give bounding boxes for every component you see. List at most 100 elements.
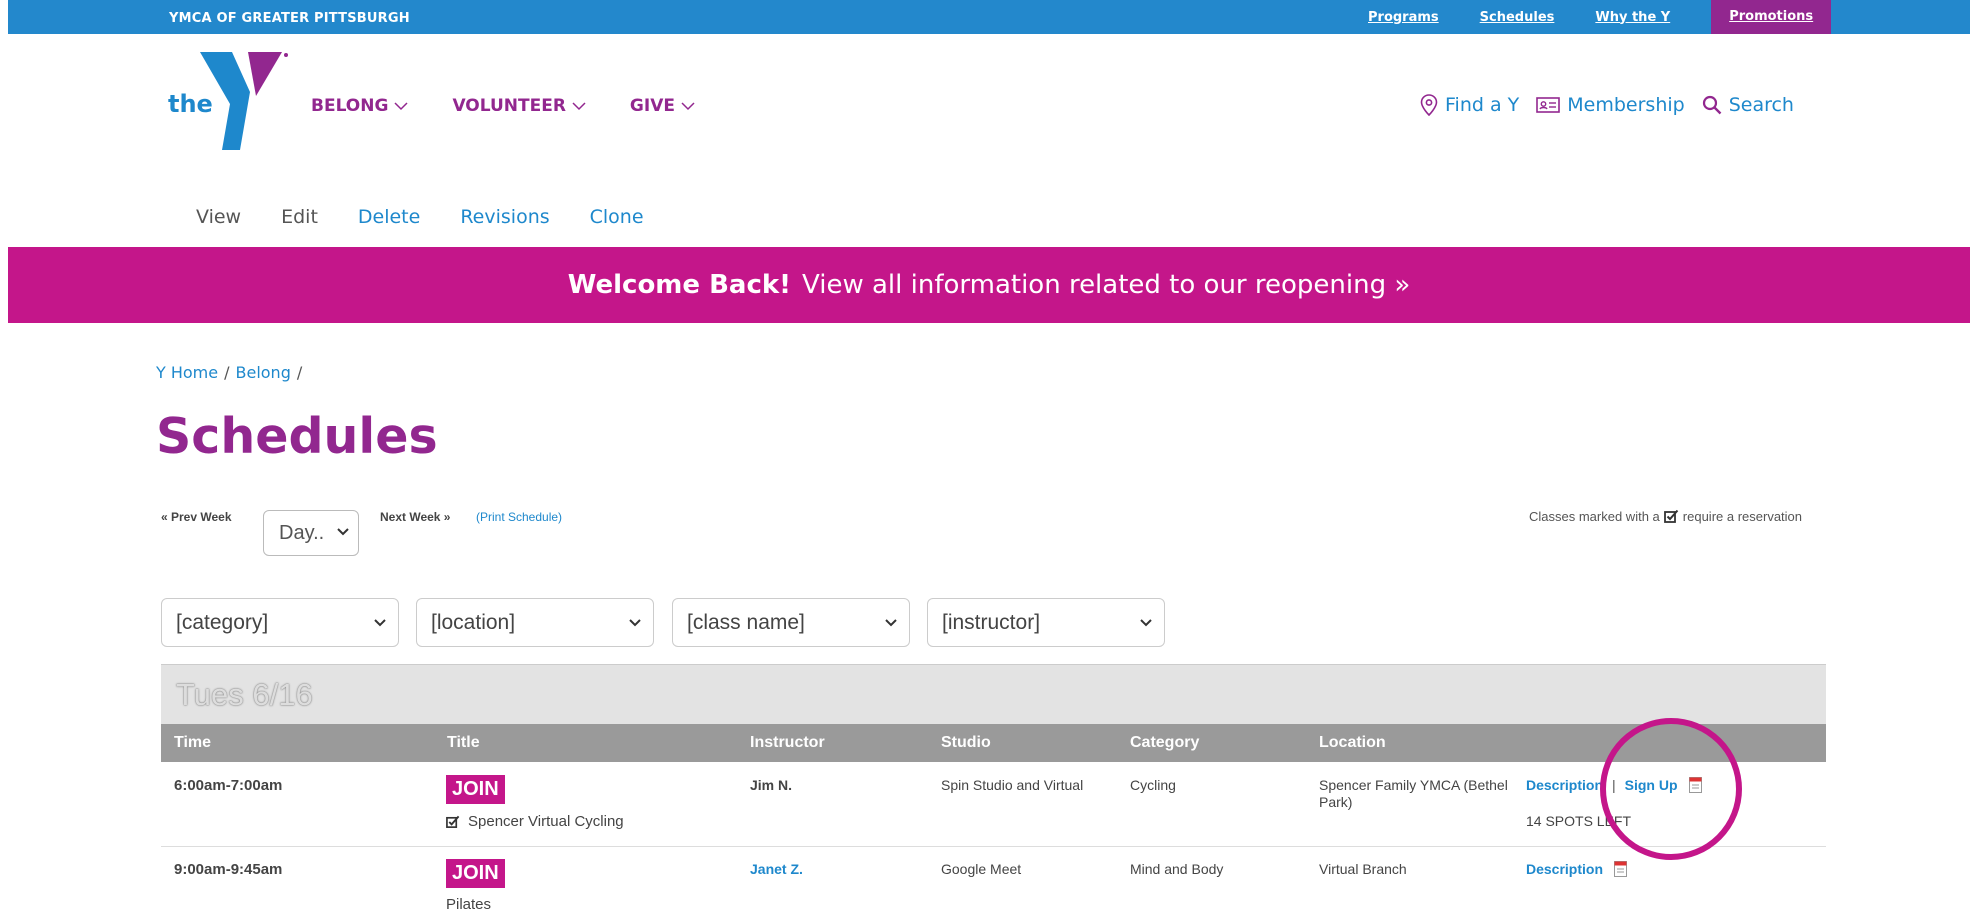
row-category: Mind and Body: [1130, 861, 1224, 877]
day-select-value: Day..: [279, 522, 325, 544]
print-schedule-link[interactable]: (Print Schedule): [476, 510, 562, 524]
join-button[interactable]: JOIN: [446, 775, 505, 804]
table-header-row: Time Title Instructor Studio Category Lo…: [161, 724, 1826, 762]
page-title: Schedules: [156, 408, 438, 465]
prev-week-link[interactable]: « Prev Week: [161, 510, 232, 524]
breadcrumb-separator: /: [224, 363, 230, 382]
reservation-note-after: require a reservation: [1682, 509, 1803, 524]
row-time: 9:00am-9:45am: [174, 861, 283, 878]
y-logo-icon: [200, 52, 288, 150]
description-link[interactable]: Description: [1526, 861, 1603, 877]
nav-volunteer-label: VOLUNTEER: [452, 96, 566, 116]
nav-give[interactable]: GIVE: [630, 96, 695, 116]
description-link[interactable]: Description: [1526, 777, 1603, 793]
pdf-icon[interactable]: [1614, 861, 1628, 877]
chevron-down-icon: [681, 101, 695, 110]
next-week-link[interactable]: Next Week »: [380, 510, 450, 524]
day-header-label: Tues 6/16: [176, 677, 313, 712]
membership-label: Membership: [1567, 94, 1685, 116]
reservation-note: Classes marked with a require a reservat…: [1529, 509, 1802, 524]
highlight-circle: [1600, 718, 1742, 860]
row-studio: Google Meet: [941, 861, 1022, 877]
checkbox-edit-icon: [1663, 509, 1679, 523]
col-time: Time: [174, 734, 212, 751]
main-nav: BELONG VOLUNTEER GIVE: [311, 96, 739, 116]
utility-nav: Find a Y Membership Search: [1420, 94, 1811, 116]
chevron-down-icon: [337, 528, 349, 536]
row-category: Cycling: [1130, 777, 1176, 793]
class-name-filter-value: [class name]: [687, 611, 805, 634]
class-name-filter[interactable]: [class name]: [672, 598, 910, 647]
category-filter[interactable]: [category]: [161, 598, 399, 647]
col-location: Location: [1319, 734, 1386, 751]
top-link-schedules[interactable]: Schedules: [1480, 10, 1555, 25]
chevron-down-icon: [572, 101, 586, 110]
col-category: Category: [1130, 734, 1200, 751]
day-select[interactable]: Day..: [263, 510, 359, 556]
row-time: 6:00am-7:00am: [174, 777, 283, 794]
tab-delete[interactable]: Delete: [358, 206, 420, 228]
row-location: Spencer Family YMCA (Bethel Park): [1319, 777, 1508, 810]
search-icon: [1702, 95, 1722, 115]
instructor-filter[interactable]: [instructor]: [927, 598, 1165, 647]
chevron-down-icon: [885, 619, 897, 627]
top-link-promotions[interactable]: Promotions: [1711, 0, 1832, 34]
search-link[interactable]: Search: [1702, 94, 1794, 116]
row-studio: Spin Studio and Virtual: [941, 777, 1084, 793]
location-filter[interactable]: [location]: [416, 598, 654, 647]
nav-volunteer[interactable]: VOLUNTEER: [452, 96, 586, 116]
breadcrumb-belong[interactable]: Belong: [236, 363, 291, 382]
join-button[interactable]: JOIN: [446, 859, 505, 888]
nav-belong[interactable]: BELONG: [311, 96, 408, 116]
breadcrumb: Y Home / Belong /: [156, 363, 308, 382]
map-pin-icon: [1420, 94, 1438, 116]
membership-link[interactable]: Membership: [1536, 94, 1685, 116]
row-instructor[interactable]: Janet Z.: [750, 861, 803, 877]
org-name: YMCA OF GREATER PITTSBURGH: [169, 11, 410, 26]
col-instructor: Instructor: [750, 734, 825, 751]
id-card-icon: [1536, 97, 1561, 113]
class-title[interactable]: Pilates: [446, 896, 491, 913]
reservation-note-before: Classes marked with a: [1529, 509, 1660, 524]
breadcrumb-home[interactable]: Y Home: [156, 363, 218, 382]
row-actions: Description: [1526, 861, 1628, 877]
table-row: 6:00am-7:00am JOIN Spencer Virtual Cycli…: [161, 762, 1826, 846]
row-location: Virtual Branch: [1319, 861, 1407, 877]
class-title-label: Pilates: [446, 896, 492, 913]
tab-edit[interactable]: Edit: [281, 206, 318, 228]
tab-view[interactable]: View: [196, 206, 241, 228]
class-title-label: Spencer Virtual Cycling: [468, 813, 624, 830]
row-instructor: Jim N.: [750, 777, 793, 793]
top-link-programs[interactable]: Programs: [1368, 10, 1439, 25]
category-filter-value: [category]: [176, 611, 269, 634]
ymca-logo[interactable]: the: [166, 52, 296, 152]
chevron-down-icon: [394, 101, 408, 110]
chevron-down-icon: [1140, 619, 1152, 627]
top-utility-bar: YMCA OF GREATER PITTSBURGH Programs Sche…: [8, 0, 1970, 34]
search-label: Search: [1728, 94, 1794, 116]
chevron-down-icon: [629, 619, 641, 627]
find-a-y-label: Find a Y: [1445, 94, 1520, 116]
banner-bold-text: Welcome Back!: [567, 270, 792, 300]
top-link-why-the-y[interactable]: Why the Y: [1595, 10, 1670, 25]
breadcrumb-separator: /: [296, 363, 303, 382]
checkbox-edit-icon: [446, 815, 460, 828]
nav-give-label: GIVE: [629, 96, 675, 116]
instructor-filter-value: [instructor]: [942, 611, 1041, 634]
nav-belong-label: BELONG: [311, 96, 389, 116]
day-header: Tues 6/16: [161, 664, 1826, 725]
chevron-down-icon: [374, 619, 386, 627]
admin-tabs: View Edit Delete Revisions Clone: [196, 206, 684, 228]
tab-clone[interactable]: Clone: [590, 206, 644, 228]
class-title[interactable]: Spencer Virtual Cycling: [446, 813, 624, 830]
col-studio: Studio: [941, 734, 991, 751]
col-title: Title: [447, 734, 480, 751]
table-row: 9:00am-9:45am JOIN Pilates Janet Z. Goog…: [161, 847, 1826, 919]
site-header: the BELONG VOLUNTEER GIVE Find a Y Membe…: [0, 34, 1978, 174]
find-a-y-link[interactable]: Find a Y: [1420, 94, 1519, 116]
tab-revisions[interactable]: Revisions: [460, 206, 549, 228]
banner-text: View all information related to our reop…: [802, 270, 1411, 300]
reopening-banner[interactable]: Welcome Back! View all information relat…: [8, 247, 1970, 323]
top-links: Programs Schedules Why the Y Promotions: [1368, 0, 1832, 34]
location-filter-value: [location]: [431, 611, 516, 634]
